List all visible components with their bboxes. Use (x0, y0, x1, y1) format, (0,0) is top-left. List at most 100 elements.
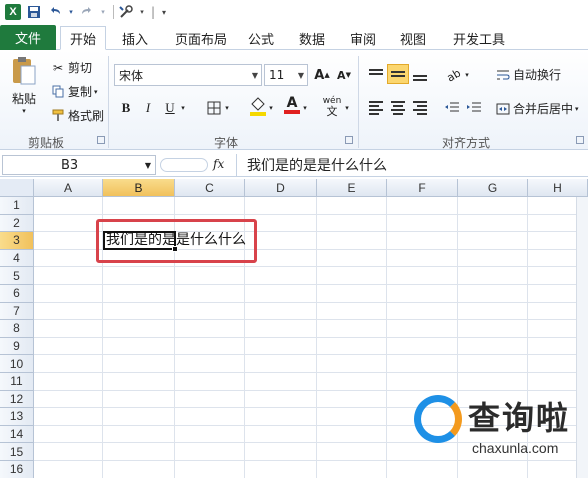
bottom-align-button[interactable] (409, 64, 431, 84)
formula-bar-splitter-icon[interactable] (160, 158, 208, 172)
align-right-button[interactable] (409, 98, 431, 118)
tab-review[interactable]: 审阅 (346, 26, 380, 50)
wrap-text-button[interactable]: 自动换行 (495, 66, 561, 83)
decrease-indent-button[interactable] (442, 98, 462, 118)
underline-button[interactable]: U (160, 98, 180, 118)
merge-center-icon (495, 102, 511, 116)
shrink-font-button[interactable]: A ▼ (334, 65, 354, 85)
row-header-6[interactable]: 6 (0, 285, 34, 303)
insert-function-button[interactable]: fx (213, 157, 224, 171)
column-header-b[interactable]: B (103, 179, 175, 197)
column-header-g[interactable]: G (458, 179, 528, 197)
font-color-dropdown-icon[interactable]: ▾ (300, 98, 310, 118)
tab-insert[interactable]: 插入 (118, 26, 152, 50)
font-launcher-icon[interactable] (345, 136, 353, 144)
row-header-1[interactable]: 1 (0, 197, 34, 215)
row-gridline (34, 389, 588, 391)
align-left-button[interactable] (365, 98, 387, 118)
column-header-a[interactable]: A (34, 179, 103, 197)
brush-icon (50, 109, 66, 122)
italic-button[interactable]: I (138, 98, 158, 118)
grow-font-label: A (314, 67, 325, 83)
ribbon-home: 粘贴 ▾ ✂ 剪切 复制 ▾ 格式刷 剪贴板 宋体 ▼ 11 ▼ A ▲ A ▼ B… (0, 50, 588, 150)
font-color-icon: A (286, 95, 298, 111)
row-gridline (34, 354, 588, 356)
font-name-combo[interactable]: 宋体 ▼ (114, 64, 262, 86)
phonetic-button[interactable]: wén 文 (320, 95, 344, 117)
scissors-icon: ✂ (52, 60, 64, 75)
borders-button[interactable] (204, 98, 224, 118)
tab-page-layout[interactable]: 页面布局 (170, 26, 232, 50)
increase-indent-button[interactable] (464, 98, 484, 118)
fill-color-button[interactable] (248, 96, 268, 116)
cut-button[interactable]: ✂ 剪切 (50, 59, 92, 76)
bold-button[interactable]: B (116, 98, 136, 118)
tools-icon[interactable] (117, 3, 135, 21)
column-header-h[interactable]: H (528, 179, 588, 197)
orientation-button[interactable]: ab (444, 65, 464, 85)
paste-button[interactable]: 粘贴 ▾ (8, 56, 40, 115)
row-header-4[interactable]: 4 (0, 249, 34, 268)
tools-dropdown-icon[interactable]: ▾ (138, 3, 146, 21)
row-gridline (34, 213, 588, 215)
row-header-8[interactable]: 8 (0, 320, 34, 338)
underline-dropdown-icon[interactable]: ▾ (178, 98, 188, 118)
tab-data[interactable]: 数据 (295, 26, 329, 50)
column-header-e[interactable]: E (317, 179, 387, 197)
fill-handle[interactable] (172, 246, 178, 252)
format-painter-button[interactable]: 格式刷 (50, 107, 104, 124)
tab-file[interactable]: 文件 (0, 25, 56, 50)
orientation-dropdown-icon[interactable]: ▾ (462, 65, 472, 85)
redo-icon[interactable] (78, 3, 96, 21)
row-header-15[interactable]: 15 (0, 443, 34, 461)
formula-input[interactable]: 我们是的是是什么什么 (236, 154, 588, 176)
save-icon[interactable] (25, 3, 43, 21)
phonetic-dropdown-icon[interactable]: ▾ (342, 98, 352, 118)
align-center-button[interactable] (387, 98, 409, 118)
watermark: 查询啦 chaxunla.com (412, 393, 588, 478)
row-header-14[interactable]: 14 (0, 425, 34, 444)
customize-qat-icon[interactable]: ▾ (155, 3, 173, 21)
top-align-button[interactable] (365, 64, 387, 84)
row-header-12[interactable]: 12 (0, 390, 34, 409)
tab-formulas[interactable]: 公式 (244, 26, 278, 50)
clipboard-launcher-icon[interactable] (97, 136, 105, 144)
grow-font-button[interactable]: A ▲ (312, 65, 332, 85)
tab-developer[interactable]: 开发工具 (448, 26, 510, 50)
row-header-2[interactable]: 2 (0, 214, 34, 233)
row-header-10[interactable]: 10 (0, 355, 34, 373)
column-header-d[interactable]: D (245, 179, 317, 197)
borders-dropdown-icon[interactable]: ▾ (222, 98, 232, 118)
row-header-5[interactable]: 5 (0, 267, 34, 285)
font-size-combo[interactable]: 11 ▼ (264, 64, 308, 86)
merge-center-dropdown-icon: ▾ (575, 104, 579, 113)
column-header-c[interactable]: C (175, 179, 245, 197)
select-all-button[interactable] (0, 179, 34, 197)
font-size-value: 11 (269, 68, 285, 82)
middle-align-button[interactable] (387, 64, 409, 84)
alignment-launcher-icon[interactable] (576, 136, 584, 144)
undo-icon[interactable] (46, 3, 64, 21)
row-header-9[interactable]: 9 (0, 337, 34, 356)
tab-view[interactable]: 视图 (396, 26, 430, 50)
excel-logo-icon[interactable]: X (4, 3, 22, 21)
merge-center-button[interactable]: 合并后居中 ▾ (495, 100, 579, 117)
column-header-f[interactable]: F (387, 179, 458, 197)
row-header-7[interactable]: 7 (0, 302, 34, 321)
fill-color-dropdown-icon[interactable]: ▾ (266, 98, 276, 118)
copy-button[interactable]: 复制 ▾ (50, 83, 98, 100)
redo-dropdown-icon[interactable]: ▾ (99, 3, 107, 21)
paste-label: 粘贴 (11, 92, 36, 106)
font-size-dropdown-icon: ▼ (297, 70, 304, 80)
row-header-11[interactable]: 11 (0, 373, 34, 391)
font-color-button[interactable]: A (282, 95, 302, 115)
row-header-13[interactable]: 13 (0, 408, 34, 426)
phonetic-label: wén (322, 95, 342, 106)
row-header-3[interactable]: 3 (0, 232, 34, 250)
name-box[interactable]: B3 ▼ (2, 155, 156, 175)
format-painter-label: 格式刷 (68, 109, 105, 123)
undo-dropdown-icon[interactable]: ▾ (67, 3, 75, 21)
tab-home[interactable]: 开始 (60, 26, 106, 50)
wrap-text-label: 自动换行 (513, 68, 562, 82)
row-header-16[interactable]: 16 (0, 461, 34, 478)
